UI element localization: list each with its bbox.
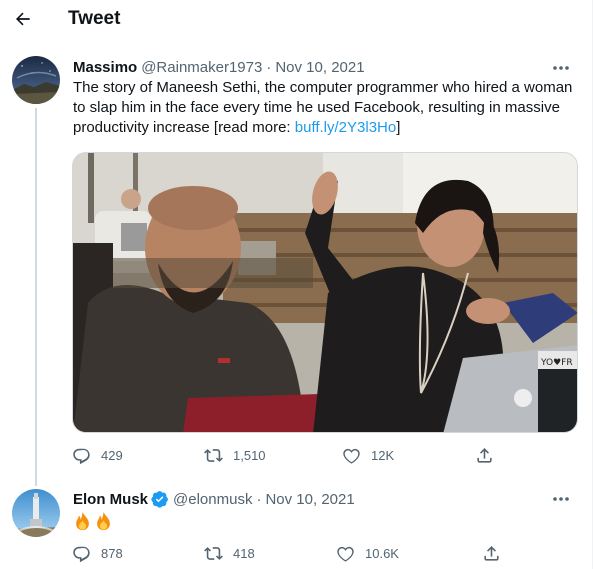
reply-button[interactable]: 878 (72, 544, 204, 563)
like-count: 12K (371, 447, 395, 463)
more-icon (553, 66, 569, 70)
media-image: YO♥FR (73, 153, 577, 432)
avatar[interactable] (12, 489, 60, 537)
more-icon (553, 497, 569, 501)
tweet-actions: 429 1,510 12K (72, 445, 512, 465)
verified-badge-icon (151, 491, 168, 508)
share-icon (484, 545, 499, 561)
heart-icon (343, 448, 360, 464)
reply-button[interactable]: 429 (72, 446, 204, 465)
avatar-image (12, 56, 60, 104)
tweet-text (73, 511, 113, 533)
reply-count: 429 (101, 447, 123, 463)
fire-icon (97, 511, 110, 531)
heart-icon (337, 546, 354, 562)
tweet-link[interactable]: buff.ly/2Y3l3Ho (295, 119, 396, 136)
back-button[interactable] (8, 4, 38, 34)
tweet-media[interactable]: YO♥FR (72, 152, 578, 433)
tweet-thread-page: Tweet Massimo @Rainmaker1973 · Nov 10, 2… (0, 0, 593, 569)
tweet-text: The story of Maneesh Sethi, the computer… (73, 78, 573, 138)
tweet-more-button[interactable] (548, 489, 574, 509)
tweet-header: Elon Musk @elonmusk · Nov 10, 2021 (73, 490, 355, 508)
tweet-header: Massimo @Rainmaker1973 · Nov 10, 2021 (73, 59, 365, 76)
retweet-count: 1,510 (233, 447, 266, 463)
retweet-icon (204, 546, 223, 560)
thread-connector-line (35, 108, 37, 486)
separator-dot: · (256, 490, 262, 508)
reply-count: 878 (101, 545, 123, 561)
reply-icon (73, 546, 90, 562)
like-count: 10.6K (365, 545, 399, 561)
reply-icon (73, 448, 90, 464)
retweet-count: 418 (233, 545, 255, 561)
author-name[interactable]: Elon Musk (73, 491, 148, 508)
retweet-button[interactable]: 1,510 (204, 446, 342, 465)
share-icon (477, 447, 492, 463)
share-button[interactable] (482, 544, 501, 563)
author-name[interactable]: Massimo (73, 59, 137, 76)
page-header: Tweet (0, 0, 592, 40)
tweet-actions: 878 418 10.6K (72, 543, 512, 563)
arrow-left-icon (16, 12, 30, 26)
retweet-button[interactable]: 418 (204, 544, 336, 563)
tweet-date[interactable]: Nov 10, 2021 (275, 59, 364, 76)
author-handle[interactable]: @Rainmaker1973 (141, 59, 262, 76)
like-button[interactable]: 12K (342, 446, 475, 465)
retweet-icon (204, 448, 223, 462)
like-button[interactable]: 10.6K (336, 544, 482, 563)
page-title: Tweet (68, 8, 121, 29)
separator-dot: · (266, 59, 272, 76)
media-sign-text: YO♥FR (540, 358, 573, 368)
fire-icon (76, 511, 89, 531)
share-button[interactable] (475, 446, 494, 465)
avatar[interactable] (12, 56, 60, 104)
tweet-body-end: ] (396, 119, 401, 136)
tweet-date[interactable]: Nov 10, 2021 (265, 491, 354, 508)
author-handle[interactable]: @elonmusk (173, 491, 252, 508)
tweet-more-button[interactable] (548, 58, 574, 78)
avatar-image (12, 489, 60, 537)
